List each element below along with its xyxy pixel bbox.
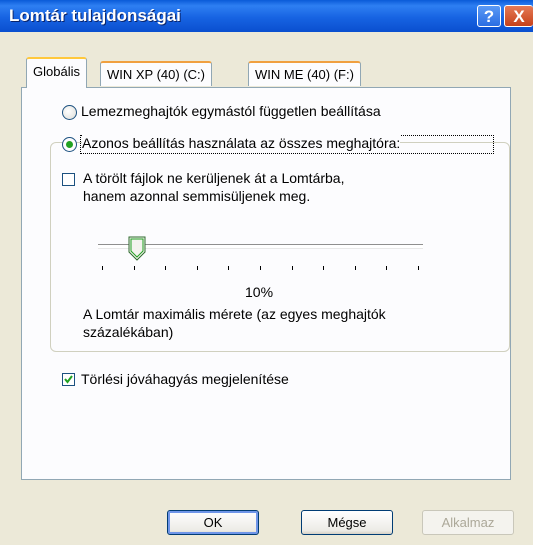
- delete-immediately-label-line2[interactable]: hanem azonnal semmisüljenek meg.: [83, 188, 310, 204]
- tab-win-me-f[interactable]: WIN ME (40) (F:): [248, 61, 361, 86]
- help-button[interactable]: ?: [477, 5, 501, 27]
- slider-value-text: 10%: [245, 284, 274, 300]
- confirm-delete-label[interactable]: Törlési jóváhagyás megjelenítése: [81, 371, 289, 387]
- size-slider-thumb[interactable]: [128, 236, 146, 265]
- delete-immediately-checkbox[interactable]: [62, 173, 75, 186]
- slider-tick: [323, 266, 325, 270]
- slider-tick: [354, 266, 356, 270]
- slider-tick: [196, 266, 198, 270]
- slider-tick: [418, 266, 419, 270]
- radio-same[interactable]: [62, 137, 77, 152]
- apply-button[interactable]: Alkalmaz: [422, 510, 514, 535]
- tab-win-xp-c[interactable]: WIN XP (40) (C:): [100, 61, 212, 86]
- confirm-delete-checkbox[interactable]: [62, 373, 75, 386]
- slider-tick: [291, 266, 293, 270]
- checkmark-icon: [64, 375, 73, 384]
- cancel-button[interactable]: Mégse: [301, 510, 393, 535]
- radio-independent-label[interactable]: Lemezmeghajtók egymástól független beáll…: [81, 103, 381, 119]
- max-size-label-line2: százalékában): [83, 324, 174, 340]
- radio-independent[interactable]: [62, 105, 77, 120]
- max-size-label-line1: A Lomtár maximális mérete (az egyes megh…: [83, 306, 386, 322]
- ok-button[interactable]: OK: [167, 510, 259, 535]
- slider-tick: [133, 266, 135, 270]
- tab-global[interactable]: Globális: [26, 57, 87, 88]
- close-button[interactable]: X: [504, 5, 533, 27]
- delete-immediately-label-line1[interactable]: A törölt fájlok ne kerüljenek át a Lomtá…: [83, 170, 344, 186]
- size-slider-track[interactable]: [98, 244, 423, 249]
- radio-selected-dot: [66, 141, 73, 148]
- slider-tick: [386, 266, 388, 270]
- radio-same-label[interactable]: Azonos beállítás használata az összes me…: [82, 135, 401, 151]
- window-title: Lomtár tulajdonságai: [9, 6, 181, 25]
- slider-tick: [260, 266, 261, 270]
- properties-dialog: Lomtár tulajdonságai ? X Globális WIN XP…: [0, 0, 533, 545]
- slider-tick: [165, 266, 167, 270]
- slider-tick: [102, 266, 103, 270]
- title-bar[interactable]: Lomtár tulajdonságai ? X: [0, 0, 533, 32]
- slider-tick: [228, 266, 230, 270]
